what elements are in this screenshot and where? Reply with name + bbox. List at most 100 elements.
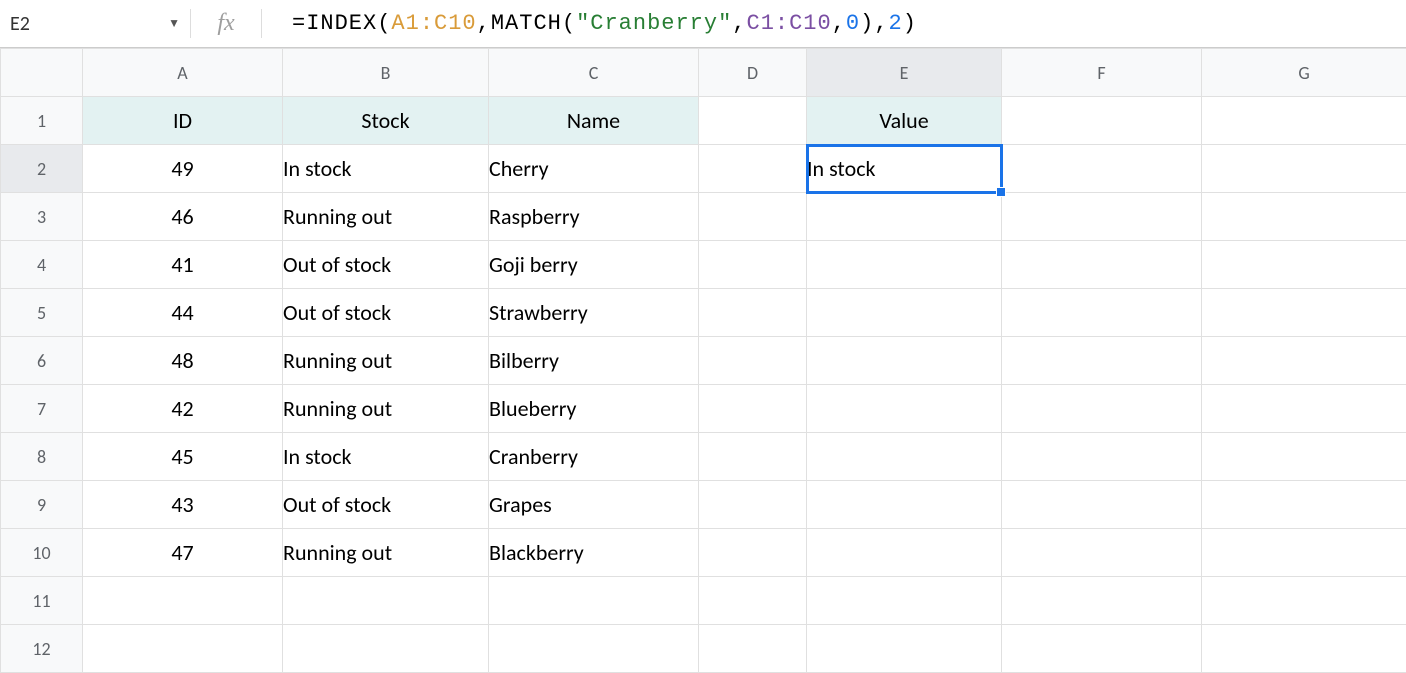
cell-C12[interactable] — [489, 625, 699, 673]
cell-D12[interactable] — [699, 625, 807, 673]
row-header-7[interactable]: 7 — [1, 385, 83, 433]
cell-G9[interactable] — [1202, 481, 1406, 529]
cell-G4[interactable] — [1202, 241, 1406, 289]
cell-B7[interactable]: Running out — [283, 385, 489, 433]
cell-G10[interactable] — [1202, 529, 1406, 577]
cell-A8[interactable]: 45 — [83, 433, 283, 481]
cell-E11[interactable] — [807, 577, 1002, 625]
cell-A6[interactable]: 48 — [83, 337, 283, 385]
cell-B8[interactable]: In stock — [283, 433, 489, 481]
select-all-corner[interactable] — [1, 49, 83, 97]
cell-C4[interactable]: Goji berry — [489, 241, 699, 289]
cell-F8[interactable] — [1002, 433, 1202, 481]
chevron-down-icon[interactable]: ▼ — [168, 16, 180, 31]
cell-D10[interactable] — [699, 529, 807, 577]
cell-C7[interactable]: Blueberry — [489, 385, 699, 433]
column-header-F[interactable]: F — [1002, 49, 1202, 97]
cell-F10[interactable] — [1002, 529, 1202, 577]
cell-E2[interactable]: In stock — [807, 145, 1002, 193]
column-header-G[interactable]: G — [1202, 49, 1406, 97]
column-header-A[interactable]: A — [83, 49, 283, 97]
fx-icon[interactable]: fx — [191, 10, 261, 37]
cell-A10[interactable]: 47 — [83, 529, 283, 577]
cell-E12[interactable] — [807, 625, 1002, 673]
cell-E6[interactable] — [807, 337, 1002, 385]
row-header-4[interactable]: 4 — [1, 241, 83, 289]
cell-E7[interactable] — [807, 385, 1002, 433]
cell-D7[interactable] — [699, 385, 807, 433]
row-header-8[interactable]: 8 — [1, 433, 83, 481]
cell-A12[interactable] — [83, 625, 283, 673]
cell-D5[interactable] — [699, 289, 807, 337]
column-header-E[interactable]: E — [807, 49, 1002, 97]
cell-A5[interactable]: 44 — [83, 289, 283, 337]
cell-A3[interactable]: 46 — [83, 193, 283, 241]
cell-A2[interactable]: 49 — [83, 145, 283, 193]
cell-G7[interactable] — [1202, 385, 1406, 433]
cell-A11[interactable] — [83, 577, 283, 625]
cell-D9[interactable] — [699, 481, 807, 529]
cell-E9[interactable] — [807, 481, 1002, 529]
cell-G11[interactable] — [1202, 577, 1406, 625]
cell-G6[interactable] — [1202, 337, 1406, 385]
cell-C6[interactable]: Bilberry — [489, 337, 699, 385]
cell-C1[interactable]: Name — [489, 97, 699, 145]
row-header-11[interactable]: 11 — [1, 577, 83, 625]
cell-E4[interactable] — [807, 241, 1002, 289]
cell-B4[interactable]: Out of stock — [283, 241, 489, 289]
column-header-C[interactable]: C — [489, 49, 699, 97]
spreadsheet-grid[interactable]: ABCDEFG 1IDStockNameValue249In stockCher… — [0, 48, 1406, 673]
cell-D8[interactable] — [699, 433, 807, 481]
cell-C5[interactable]: Strawberry — [489, 289, 699, 337]
cell-B10[interactable]: Running out — [283, 529, 489, 577]
cell-D6[interactable] — [699, 337, 807, 385]
cell-G12[interactable] — [1202, 625, 1406, 673]
cell-C2[interactable]: Cherry — [489, 145, 699, 193]
cell-F3[interactable] — [1002, 193, 1202, 241]
cell-G1[interactable] — [1202, 97, 1406, 145]
cell-E10[interactable] — [807, 529, 1002, 577]
cell-A1[interactable]: ID — [83, 97, 283, 145]
cell-G8[interactable] — [1202, 433, 1406, 481]
name-box[interactable]: E2 ▼ — [0, 0, 190, 47]
row-header-1[interactable]: 1 — [1, 97, 83, 145]
column-header-D[interactable]: D — [699, 49, 807, 97]
cell-B11[interactable] — [283, 577, 489, 625]
row-header-5[interactable]: 5 — [1, 289, 83, 337]
cell-B5[interactable]: Out of stock — [283, 289, 489, 337]
cell-F1[interactable] — [1002, 97, 1202, 145]
cell-D3[interactable] — [699, 193, 807, 241]
column-header-B[interactable]: B — [283, 49, 489, 97]
cell-C3[interactable]: Raspberry — [489, 193, 699, 241]
cell-B2[interactable]: In stock — [283, 145, 489, 193]
row-header-12[interactable]: 12 — [1, 625, 83, 673]
cell-D11[interactable] — [699, 577, 807, 625]
row-header-6[interactable]: 6 — [1, 337, 83, 385]
cell-F12[interactable] — [1002, 625, 1202, 673]
cell-F2[interactable] — [1002, 145, 1202, 193]
cell-B12[interactable] — [283, 625, 489, 673]
row-header-10[interactable]: 10 — [1, 529, 83, 577]
cell-F6[interactable] — [1002, 337, 1202, 385]
cell-G3[interactable] — [1202, 193, 1406, 241]
cell-G5[interactable] — [1202, 289, 1406, 337]
cell-E8[interactable] — [807, 433, 1002, 481]
cell-F4[interactable] — [1002, 241, 1202, 289]
cell-C11[interactable] — [489, 577, 699, 625]
cell-B1[interactable]: Stock — [283, 97, 489, 145]
cell-B3[interactable]: Running out — [283, 193, 489, 241]
cell-E3[interactable] — [807, 193, 1002, 241]
formula-input[interactable]: =INDEX(A1:C10,MATCH("Cranberry",C1:C10,0… — [262, 11, 1406, 36]
cell-C8[interactable]: Cranberry — [489, 433, 699, 481]
cell-E1[interactable]: Value — [807, 97, 1002, 145]
cell-F5[interactable] — [1002, 289, 1202, 337]
cell-G2[interactable] — [1202, 145, 1406, 193]
cell-B6[interactable]: Running out — [283, 337, 489, 385]
row-header-3[interactable]: 3 — [1, 193, 83, 241]
cell-F7[interactable] — [1002, 385, 1202, 433]
cell-D2[interactable] — [699, 145, 807, 193]
cell-E5[interactable] — [807, 289, 1002, 337]
cell-B9[interactable]: Out of stock — [283, 481, 489, 529]
cell-A4[interactable]: 41 — [83, 241, 283, 289]
cell-D4[interactable] — [699, 241, 807, 289]
